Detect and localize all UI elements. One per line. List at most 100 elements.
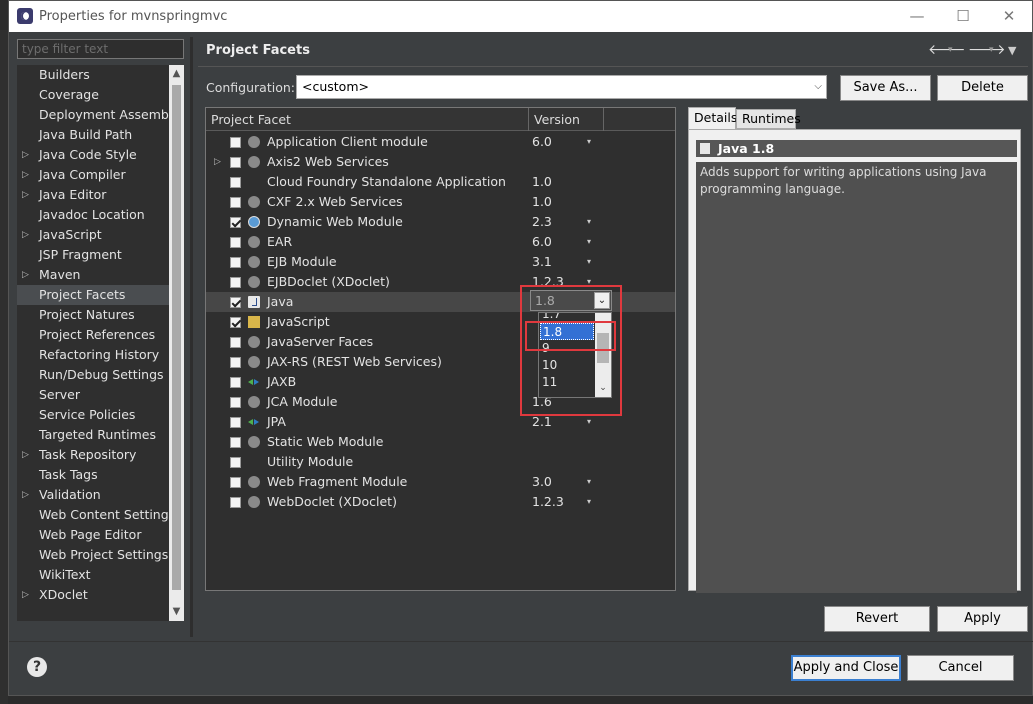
sidebar-item[interactable]: Project Natures (17, 305, 169, 325)
facet-checkbox[interactable] (230, 477, 241, 488)
view-menu-icon[interactable]: ▼ (1008, 44, 1016, 57)
sidebar-item[interactable]: ▷ JavaScript (17, 225, 169, 245)
expand-icon[interactable]: ▷ (22, 445, 29, 465)
column-header-version[interactable]: Version (534, 112, 580, 127)
sidebar-item[interactable]: Targeted Runtimes (17, 425, 169, 445)
save-as-button[interactable]: Save As... (840, 75, 931, 101)
forward-icon[interactable]: 🡒 (968, 41, 1006, 58)
tab-runtimes[interactable]: Runtimes (736, 109, 801, 129)
back-icon[interactable]: 🡐 (928, 41, 966, 58)
facet-version[interactable]: 3.0 (532, 472, 552, 492)
facet-checkbox[interactable] (230, 297, 241, 308)
facet-checkbox[interactable] (230, 217, 241, 228)
facet-checkbox[interactable] (230, 177, 241, 188)
sidebar-item[interactable]: Service Policies (17, 405, 169, 425)
facet-version[interactable]: 6.0 (532, 232, 552, 252)
facet-version[interactable]: 6.0 (532, 132, 552, 152)
cancel-button[interactable]: Cancel (907, 655, 1014, 681)
expand-icon[interactable]: ▷ (22, 485, 29, 505)
expand-icon[interactable]: ▷ (22, 265, 29, 285)
facet-version[interactable]: 3.1 (532, 252, 552, 272)
sidebar-item[interactable]: Builders (17, 65, 169, 85)
forward-menu-icon[interactable]: ▾ (989, 45, 994, 55)
facet-checkbox[interactable] (230, 497, 241, 508)
sidebar-item[interactable]: ▷ Java Code Style (17, 145, 169, 165)
expand-icon[interactable]: ▷ (22, 225, 29, 245)
facet-row[interactable]: Application Client module 6.0 ▾ (206, 132, 675, 152)
sidebar-item[interactable]: Web Content Settings (17, 505, 169, 525)
sidebar-item[interactable]: Refactoring History (17, 345, 169, 365)
facet-checkbox[interactable] (230, 317, 241, 328)
facet-version[interactable]: 1.2.3 (532, 492, 564, 512)
tab-details[interactable]: Details (688, 107, 737, 129)
facet-row[interactable]: WebDoclet (XDoclet) 1.2.3 ▾ (206, 492, 675, 512)
facet-row[interactable]: EJB Module 3.1 ▾ (206, 252, 675, 272)
expand-icon[interactable]: ▷ (214, 152, 221, 172)
chevron-down-icon[interactable]: ⌵ (814, 76, 822, 98)
facet-checkbox[interactable] (230, 377, 241, 388)
configuration-select[interactable]: <custom> ⌵ (296, 75, 827, 99)
facet-checkbox[interactable] (230, 337, 241, 348)
sidebar-item[interactable]: Coverage (17, 85, 169, 105)
back-menu-icon[interactable]: ▾ (948, 45, 953, 55)
scroll-down-icon[interactable]: ▼ (169, 604, 184, 620)
sidebar-splitter[interactable] (190, 37, 193, 637)
facet-checkbox[interactable] (230, 237, 241, 248)
sidebar-item[interactable]: Web Project Settings (17, 545, 169, 565)
sidebar-item[interactable]: ▷ Maven (17, 265, 169, 285)
expand-icon[interactable]: ▷ (22, 585, 29, 605)
sidebar-scrollbar[interactable]: ▲ ▼ (169, 65, 184, 621)
facet-row[interactable]: CXF 2.x Web Services 1.0 (206, 192, 675, 212)
facet-row[interactable]: Static Web Module (206, 432, 675, 452)
facet-checkbox[interactable] (230, 137, 241, 148)
facet-checkbox[interactable] (230, 157, 241, 168)
sidebar-item[interactable]: ▷ Validation (17, 485, 169, 505)
apply-and-close-button[interactable]: Apply and Close (791, 655, 901, 681)
sidebar-item[interactable]: Web Page Editor (17, 525, 169, 545)
version-dropdown-icon[interactable]: ▾ (587, 252, 591, 272)
filter-input[interactable]: type filter text (17, 39, 184, 59)
version-dropdown-icon[interactable]: ▾ (587, 232, 591, 252)
column-header-facet[interactable]: Project Facet (211, 112, 291, 127)
facet-checkbox[interactable] (230, 197, 241, 208)
sidebar-item[interactable]: Server (17, 385, 169, 405)
facet-checkbox[interactable] (230, 417, 241, 428)
apply-button[interactable]: Apply (937, 606, 1028, 632)
sidebar-item[interactable]: ▷ XDoclet (17, 585, 169, 605)
facet-row[interactable]: ▷ Axis2 Web Services (206, 152, 675, 172)
facet-checkbox[interactable] (230, 437, 241, 448)
scroll-up-icon[interactable]: ▲ (169, 66, 184, 82)
sidebar-item[interactable]: WikiText (17, 565, 169, 585)
facet-row[interactable]: Dynamic Web Module 2.3 ▾ (206, 212, 675, 232)
sidebar-item[interactable]: ▷ Java Editor (17, 185, 169, 205)
minimize-button[interactable]: — (894, 1, 940, 32)
version-dropdown-icon[interactable]: ▾ (587, 492, 591, 512)
facet-checkbox[interactable] (230, 457, 241, 468)
facet-checkbox[interactable] (230, 357, 241, 368)
facet-version[interactable]: 1.0 (532, 172, 552, 192)
sidebar-item[interactable]: ▷ Java Compiler (17, 165, 169, 185)
sidebar-item[interactable]: Javadoc Location (17, 205, 169, 225)
facet-checkbox[interactable] (230, 277, 241, 288)
facet-version[interactable]: 2.3 (532, 212, 552, 232)
sidebar-item[interactable]: ▷ Task Repository (17, 445, 169, 465)
version-dropdown-icon[interactable]: ▾ (587, 212, 591, 232)
expand-icon[interactable]: ▷ (22, 185, 29, 205)
scrollbar-thumb[interactable] (172, 85, 181, 590)
facet-version[interactable]: 1.0 (532, 192, 552, 212)
sidebar-item[interactable]: Run/Debug Settings (17, 365, 169, 385)
sidebar-item[interactable]: Task Tags (17, 465, 169, 485)
facet-row[interactable]: Web Fragment Module 3.0 ▾ (206, 472, 675, 492)
expand-icon[interactable]: ▷ (22, 165, 29, 185)
close-button[interactable]: ✕ (986, 1, 1032, 32)
sidebar-item[interactable]: JSP Fragment (17, 245, 169, 265)
sidebar-item[interactable]: Project References (17, 325, 169, 345)
facet-checkbox[interactable] (230, 257, 241, 268)
sidebar-item[interactable]: Project Facets (17, 285, 169, 305)
help-icon[interactable]: ? (27, 657, 47, 677)
maximize-button[interactable]: ☐ (940, 1, 986, 32)
facet-row[interactable]: EAR 6.0 ▾ (206, 232, 675, 252)
delete-button[interactable]: Delete (937, 75, 1028, 101)
expand-icon[interactable]: ▷ (22, 145, 29, 165)
sidebar-item[interactable]: Deployment Assembly (17, 105, 169, 125)
